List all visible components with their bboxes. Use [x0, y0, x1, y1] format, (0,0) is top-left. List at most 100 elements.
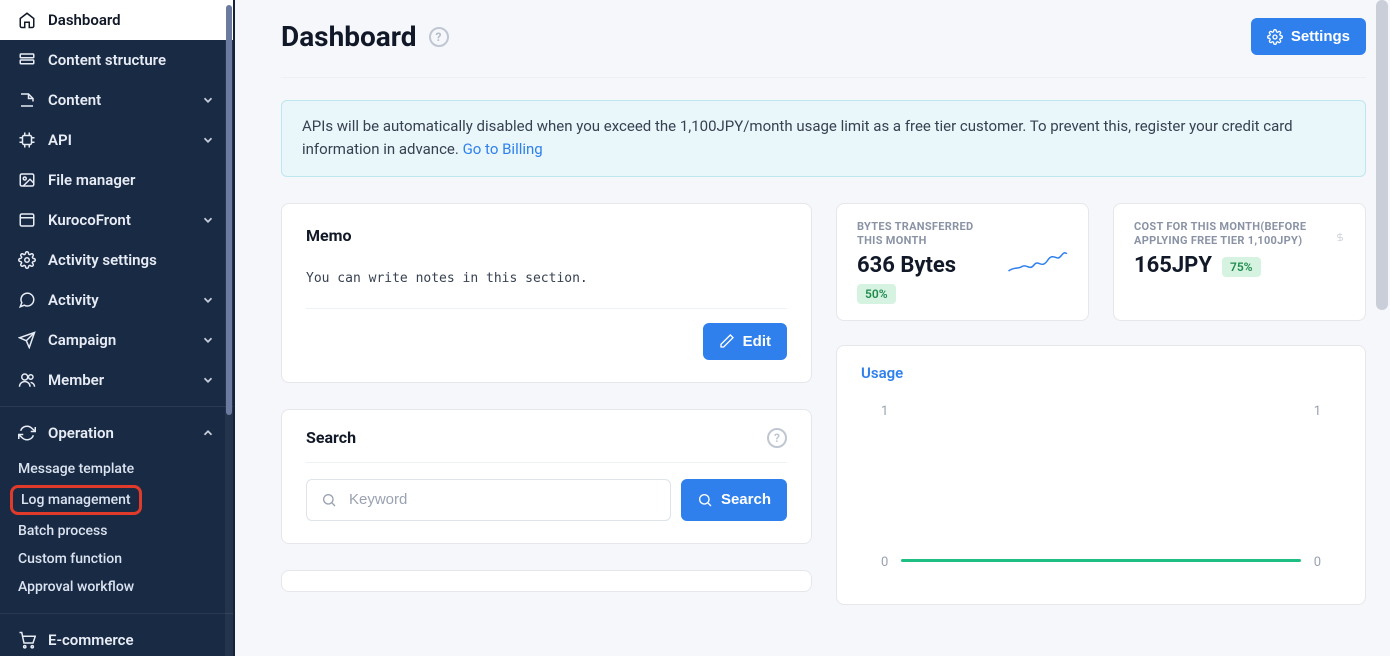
search-input[interactable] — [347, 490, 656, 509]
sidebar-item-label: Activity — [48, 291, 99, 309]
column-right: BYTES TRANSFERRED THIS MONTH 636 Bytes 5… — [836, 203, 1366, 606]
sidebar-item-api[interactable]: API — [0, 120, 233, 160]
gear-icon — [1267, 29, 1283, 45]
sidebar-item-label: Activity settings — [48, 251, 157, 269]
search-icon — [697, 492, 713, 508]
usage-axis-right-max: 1 — [1314, 404, 1321, 419]
chevron-down-icon — [201, 373, 215, 387]
help-icon[interactable]: ? — [429, 27, 449, 47]
sidebar-item-file-manager[interactable]: File manager — [0, 160, 233, 200]
home-icon — [18, 11, 36, 29]
search-card: Search ? Search — [281, 409, 812, 544]
stat-cost-label: COST FOR THIS MONTH(BEFORE APPLYING FREE… — [1134, 220, 1327, 250]
sidebar-item-label: Content structure — [48, 51, 166, 69]
stat-cost-value: 165JPY — [1134, 253, 1212, 278]
sidebar-item-label: File manager — [48, 171, 135, 189]
sidebar-subitem-custom-function[interactable]: Custom function — [0, 545, 233, 573]
memo-edit-button[interactable]: Edit — [703, 323, 787, 360]
users-icon — [18, 371, 36, 389]
billing-alert: APIs will be automatically disabled when… — [281, 100, 1366, 177]
sidebar-item-label: Operation — [48, 424, 114, 442]
chevron-up-icon — [201, 426, 215, 440]
window-icon — [18, 211, 36, 229]
sidebar-item-ecommerce[interactable]: E-commerce — [0, 620, 233, 656]
sidebar-item-label: Content — [48, 91, 101, 109]
usage-card: Usage 1 0 1 0 — [836, 345, 1366, 605]
memo-edit-label: Edit — [743, 333, 771, 350]
sidebar-item-content-structure[interactable]: Content structure — [0, 40, 233, 80]
sidebar-item-operation[interactable]: Operation — [0, 413, 233, 453]
sidebar-subitem-log-management[interactable]: Log management — [10, 485, 142, 515]
stat-bytes-value: 636 Bytes — [857, 253, 999, 278]
sidebar-item-dashboard[interactable]: Dashboard — [0, 0, 233, 40]
refresh-icon — [18, 424, 36, 442]
layers-icon — [18, 51, 36, 69]
sidebar-subitem-batch-process[interactable]: Batch process — [0, 517, 233, 545]
stat-bytes-label: BYTES TRANSFERRED THIS MONTH — [857, 220, 999, 250]
image-icon — [18, 171, 36, 189]
search-button-label: Search — [721, 491, 771, 508]
sparkline-icon — [1007, 246, 1068, 278]
stat-cost-badge: 75% — [1222, 257, 1261, 277]
usage-axis-left-min: 0 — [881, 555, 888, 570]
sidebar-item-label: Member — [48, 371, 104, 389]
search-button[interactable]: Search — [681, 479, 787, 521]
main-scrollbar-track[interactable] — [1374, 0, 1390, 656]
pencil-icon — [719, 333, 735, 349]
billing-link[interactable]: Go to Billing — [463, 140, 543, 158]
sidebar-item-label: Campaign — [48, 331, 116, 349]
main-scrollbar-thumb[interactable] — [1376, 0, 1388, 310]
chevron-down-icon — [201, 93, 215, 107]
stat-card-bytes: BYTES TRANSFERRED THIS MONTH 636 Bytes 5… — [836, 203, 1089, 322]
settings-button-label: Settings — [1291, 28, 1350, 45]
stat-card-cost: COST FOR THIS MONTH(BEFORE APPLYING FREE… — [1113, 203, 1366, 322]
usage-chart-line — [901, 559, 1301, 562]
search-title: Search — [306, 428, 356, 447]
sidebar-divider — [0, 613, 233, 614]
dollar-icon — [1335, 224, 1345, 250]
page-title-wrap: Dashboard ? — [281, 20, 449, 53]
comment-icon — [18, 291, 36, 309]
stat-cards-row: BYTES TRANSFERRED THIS MONTH 636 Bytes 5… — [836, 203, 1366, 322]
main-content: Dashboard ? Settings APIs will be automa… — [235, 0, 1390, 656]
chevron-down-icon — [201, 293, 215, 307]
edit-square-icon — [18, 91, 36, 109]
page-title: Dashboard — [281, 20, 417, 53]
usage-axis-left-max: 1 — [881, 404, 888, 419]
memo-card: Memo You can write notes in this section… — [281, 203, 812, 383]
sidebar-item-label: API — [48, 131, 72, 149]
search-icon — [321, 492, 337, 508]
settings-button[interactable]: Settings — [1251, 18, 1366, 55]
billing-alert-text: APIs will be automatically disabled when… — [302, 117, 1293, 158]
sidebar-subitem-message-template[interactable]: Message template — [0, 455, 233, 483]
sidebar-item-kurocofront[interactable]: KurocoFront — [0, 200, 233, 240]
sidebar: Dashboard Content structure Content API … — [0, 0, 235, 656]
memo-title: Memo — [306, 226, 352, 245]
page-header: Dashboard ? Settings — [281, 18, 1366, 78]
chevron-down-icon — [201, 333, 215, 347]
sidebar-divider — [0, 406, 233, 407]
sidebar-item-content[interactable]: Content — [0, 80, 233, 120]
cart-icon — [18, 631, 36, 649]
chevron-down-icon — [201, 133, 215, 147]
gear-icon — [18, 251, 36, 269]
chip-icon — [18, 131, 36, 149]
sidebar-item-activity[interactable]: Activity — [0, 280, 233, 320]
sidebar-scrollbar-track[interactable] — [225, 0, 233, 656]
sidebar-item-activity-settings[interactable]: Activity settings — [0, 240, 233, 280]
sidebar-item-campaign[interactable]: Campaign — [0, 320, 233, 360]
sidebar-item-member[interactable]: Member — [0, 360, 233, 400]
search-input-wrap[interactable] — [306, 479, 671, 521]
column-left: Memo You can write notes in this section… — [281, 203, 812, 592]
help-icon[interactable]: ? — [767, 428, 787, 448]
dashboard-columns: Memo You can write notes in this section… — [281, 203, 1366, 606]
stat-bytes-badge: 50% — [857, 284, 896, 304]
usage-chart: 1 0 1 0 — [861, 404, 1341, 574]
sidebar-item-label: E-commerce — [48, 631, 134, 649]
chevron-down-icon — [201, 213, 215, 227]
sidebar-subitem-approval-workflow[interactable]: Approval workflow — [0, 573, 233, 601]
sidebar-operation-submenu: Message template Log management Batch pr… — [0, 453, 233, 607]
sidebar-scrollbar-thumb[interactable] — [226, 5, 232, 415]
memo-body: You can write notes in this section. — [306, 257, 787, 309]
send-icon — [18, 331, 36, 349]
